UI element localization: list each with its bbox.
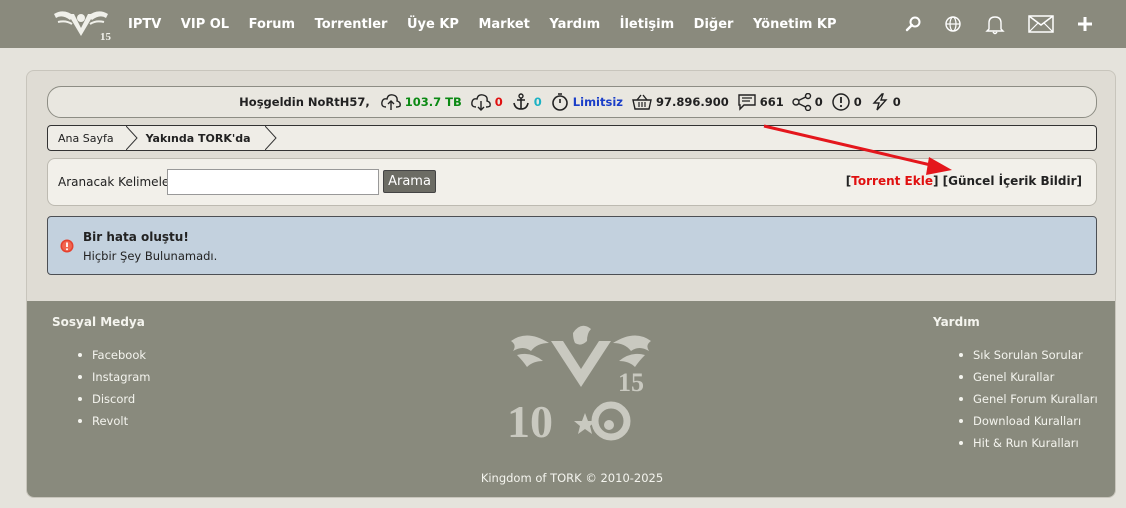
download-value: 0 bbox=[494, 95, 503, 109]
stat-hits[interactable]: 0 bbox=[870, 93, 901, 111]
stat-download[interactable]: 0 bbox=[470, 93, 503, 111]
site-footer: Sosyal Medya Facebook Instagram Discord … bbox=[27, 301, 1115, 497]
bracket-close: ] bbox=[932, 174, 939, 188]
breadcrumb-home[interactable]: Ana Sayfa bbox=[48, 126, 126, 150]
footer-link-revolt[interactable]: Revolt bbox=[78, 413, 151, 435]
nav-item-torrents[interactable]: Torrentler bbox=[315, 17, 388, 32]
nav-item-admin-cp[interactable]: Yönetim KP bbox=[753, 17, 837, 32]
stat-ratio[interactable]: Limitsiz bbox=[550, 92, 623, 112]
basket-icon bbox=[632, 94, 652, 110]
breadcrumb-separator bbox=[264, 126, 277, 150]
stat-comments[interactable]: 661 bbox=[737, 93, 784, 111]
footer-link-download-rules[interactable]: Download Kuralları bbox=[959, 413, 1098, 435]
nav-item-forum[interactable]: Forum bbox=[249, 17, 296, 32]
search-input[interactable] bbox=[167, 169, 379, 195]
report-content-link[interactable]: Güncel İçerik Bildir bbox=[948, 174, 1076, 188]
footer-logo: 15 10 bbox=[507, 321, 657, 447]
stat-bonus[interactable]: 97.896.900 bbox=[631, 93, 729, 111]
top-navbar: 15 IPTV VIP OL Forum Torrentler Üye KP M… bbox=[0, 0, 1126, 48]
share-icon bbox=[792, 93, 811, 111]
search-panel: Aranacak Kelimeler: Arama [Torrent Ekle]… bbox=[47, 158, 1097, 206]
nav-item-user-cp[interactable]: Üye KP bbox=[407, 17, 459, 32]
help-title: Yardım bbox=[933, 315, 980, 329]
footer-link-faq[interactable]: Sık Sorulan Sorular bbox=[959, 347, 1098, 369]
help-list: Sık Sorulan Sorular Genel Kurallar Genel… bbox=[959, 347, 1098, 457]
nav-item-help[interactable]: Yardım bbox=[549, 17, 600, 32]
footer-logo-number: 10 bbox=[507, 396, 553, 441]
mail-icon[interactable] bbox=[1028, 15, 1054, 33]
footer-link-general-rules[interactable]: Genel Kurallar bbox=[959, 369, 1098, 391]
comments-value: 661 bbox=[759, 95, 784, 109]
logo-badge: 15 bbox=[100, 31, 112, 42]
nav-item-iptv[interactable]: IPTV bbox=[128, 17, 161, 32]
search-label: Aranacak Kelimeler: bbox=[58, 175, 179, 189]
search-button[interactable]: Arama bbox=[383, 170, 436, 193]
breadcrumb: Ana Sayfa Yakında TORK'da bbox=[47, 125, 1097, 151]
nav-item-market[interactable]: Market bbox=[478, 17, 529, 32]
stopwatch-icon bbox=[551, 93, 568, 111]
warnings-value: 0 bbox=[853, 95, 862, 109]
site-logo[interactable]: 15 bbox=[50, 6, 114, 43]
error-icon bbox=[60, 239, 74, 253]
cloud-download-icon bbox=[470, 94, 491, 111]
bell-icon[interactable] bbox=[984, 13, 1006, 35]
social-media-title: Sosyal Medya bbox=[52, 315, 145, 329]
ratio-value: Limitsiz bbox=[572, 95, 623, 109]
footer-link-hit-run-rules[interactable]: Hit & Run Kuralları bbox=[959, 435, 1098, 457]
hits-value: 0 bbox=[892, 95, 901, 109]
stat-seeding[interactable]: 0 bbox=[511, 93, 542, 111]
warning-icon bbox=[832, 93, 850, 111]
comment-icon bbox=[738, 94, 756, 111]
greeting-text: Hoşgeldin NoRtH57, bbox=[239, 95, 370, 109]
social-media-list: Facebook Instagram Discord Revolt bbox=[78, 347, 151, 435]
add-torrent-link[interactable]: Torrent Ekle bbox=[851, 174, 933, 188]
bonus-value: 97.896.900 bbox=[655, 95, 729, 109]
globe-icon[interactable] bbox=[944, 15, 962, 33]
nav-menu: IPTV VIP OL Forum Torrentler Üye KP Mark… bbox=[128, 0, 856, 48]
user-stats-bar: Hoşgeldin NoRtH57, 103.7 TB 0 0 Limitsiz… bbox=[47, 86, 1097, 118]
upload-value: 103.7 TB bbox=[404, 95, 462, 109]
search-icon[interactable] bbox=[904, 15, 922, 33]
anchor-icon bbox=[512, 93, 529, 110]
shares-value: 0 bbox=[814, 95, 823, 109]
stat-upload[interactable]: 103.7 TB bbox=[380, 93, 462, 111]
lightning-icon bbox=[872, 93, 888, 111]
cloud-upload-icon bbox=[380, 94, 401, 110]
search-actions: [Torrent Ekle] [Güncel İçerik Bildir] bbox=[846, 174, 1082, 188]
bracket-close: ] bbox=[1076, 174, 1082, 188]
nav-item-vip[interactable]: VIP OL bbox=[181, 17, 229, 32]
breadcrumb-current: Yakında TORK'da bbox=[145, 131, 251, 145]
footer-logo-badge: 15 bbox=[618, 368, 644, 397]
nav-item-contact[interactable]: İletişim bbox=[620, 17, 675, 32]
alert-title: Bir hata oluştu! bbox=[83, 230, 189, 244]
plus-icon[interactable] bbox=[1076, 15, 1094, 33]
footer-link-facebook[interactable]: Facebook bbox=[78, 347, 151, 369]
stat-shares[interactable]: 0 bbox=[792, 93, 823, 111]
breadcrumb-separator bbox=[125, 126, 138, 150]
footer-link-instagram[interactable]: Instagram bbox=[78, 369, 151, 391]
stat-warnings[interactable]: 0 bbox=[831, 92, 862, 112]
footer-link-forum-rules[interactable]: Genel Forum Kuralları bbox=[959, 391, 1098, 413]
error-alert: Bir hata oluştu! Hiçbir Şey Bulunamadı. bbox=[47, 216, 1097, 275]
seeding-value: 0 bbox=[533, 95, 542, 109]
main-card: Hoşgeldin NoRtH57, 103.7 TB 0 0 Limitsiz… bbox=[26, 70, 1116, 498]
nav-icons bbox=[882, 0, 1094, 48]
alert-message: Hiçbir Şey Bulunamadı. bbox=[83, 249, 218, 263]
nav-item-other[interactable]: Diğer bbox=[694, 17, 734, 32]
copyright-text: Kingdom of TORK © 2010-2025 bbox=[480, 471, 664, 485]
footer-link-discord[interactable]: Discord bbox=[78, 391, 151, 413]
